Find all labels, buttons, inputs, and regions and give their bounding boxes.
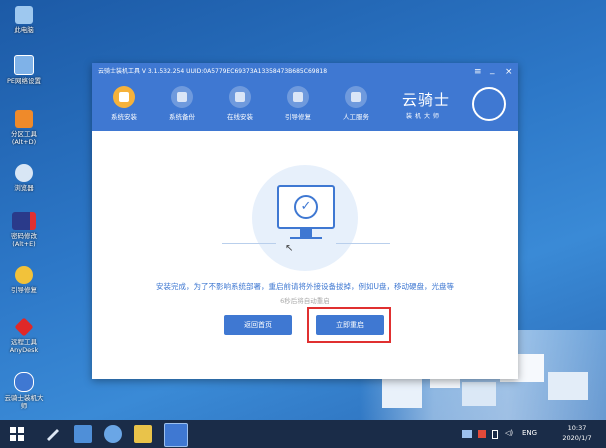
desktop-icon-this-pc[interactable]: 此电脑 (2, 6, 46, 34)
monitor-stand (300, 229, 312, 237)
yunqishi-icon (14, 372, 34, 392)
system-install-icon (113, 86, 135, 108)
support-chat-icon (345, 86, 367, 108)
blurred-region (382, 378, 422, 408)
yunqishi-taskbar-icon[interactable] (164, 423, 188, 447)
desktop-icon-label: 远程工具 AnyDesk (9, 338, 39, 354)
nav-bar: 系统安装 系统备份 在线安装 引导修复 人工服务 云骑士 装机大师 (92, 81, 518, 131)
boot-repair-icon (287, 86, 309, 108)
desktop-icon-yunqishi[interactable]: 云骑士装机大 师 (2, 372, 46, 410)
checkmark-icon: ✓ (294, 195, 318, 219)
tab-online-install[interactable]: 在线安装 (218, 81, 262, 121)
desktop-icon-browser[interactable]: 浏览器 (2, 164, 46, 192)
completion-message: 安装完成，为了不影响系统部署，重启前请将外接设备拔掉，例如U盘，移动硬盘，光盘等 (156, 282, 454, 291)
key-icon (12, 212, 36, 230)
desktop-icon-label: 分区工具 (Alt+D) (11, 130, 37, 146)
pencil-tool-icon[interactable] (44, 425, 62, 443)
divider-line (336, 243, 390, 244)
brand-logo: 云骑士 装机大师 (402, 89, 450, 120)
blurred-region (462, 382, 496, 406)
desktop-icon-label: 此电脑 (14, 26, 34, 34)
clock-date: 2020/1/7 (562, 434, 592, 442)
usb-tray-icon[interactable] (492, 430, 498, 439)
browser-icon (15, 164, 33, 182)
blurred-region (548, 372, 588, 400)
network-taskbar-icon[interactable] (104, 425, 122, 443)
tab-system-install[interactable]: 系统安装 (102, 81, 146, 121)
desktop-icon-label: 密码修改 (Alt+E) (11, 232, 37, 248)
network-icon (14, 55, 34, 75)
tab-system-backup[interactable]: 系统备份 (160, 81, 204, 121)
language-indicator[interactable]: ENG (522, 429, 537, 437)
desktop-icon-label: 引导修复 (11, 286, 37, 294)
desktop-icon-label: 云骑士装机大 师 (4, 394, 44, 410)
tab-label: 人工服务 (343, 113, 369, 121)
installer-window: 云骑士装机工具 V 3.1.532.254 UUID:0A5779EC69373… (92, 63, 518, 379)
restart-countdown: 6秒后将自动重启 (280, 297, 330, 305)
tab-label: 在线安装 (227, 113, 253, 121)
title-bar[interactable]: 云骑士装机工具 V 3.1.532.254 UUID:0A5779EC69373… (92, 63, 518, 81)
brand-name: 云骑士 (402, 91, 451, 109)
app-tray-icon[interactable] (478, 430, 486, 438)
window-title: 云骑士装机工具 V 3.1.532.254 UUID:0A5779EC69373… (98, 68, 328, 75)
divider-line (222, 243, 276, 244)
tab-label: 引导修复 (285, 113, 311, 121)
desktop-icon-boot-repair[interactable]: 引导修复 (2, 266, 46, 294)
boot-repair-icon (15, 266, 33, 284)
desktop-icon-partition-tool[interactable]: 分区工具 (Alt+D) (2, 110, 46, 146)
main-content: ✓ ↖ 安装完成，为了不影响系统部署，重启前请将外接设备拔掉，例如U盘，移动硬盘… (92, 131, 518, 379)
online-install-icon (229, 86, 251, 108)
taskbar: ◁) ENG 10:37 2020/1/7 (0, 420, 606, 448)
partition-icon (15, 110, 33, 128)
desktop-icon-pe-network[interactable]: PE网络设置 (2, 55, 46, 85)
desktop-icon-label: 浏览器 (14, 184, 34, 192)
clock-time: 10:37 (567, 424, 587, 432)
start-button[interactable] (8, 425, 26, 443)
system-backup-icon (171, 86, 193, 108)
clock[interactable]: 10:37 2020/1/7 (552, 423, 602, 443)
computer-taskbar-icon[interactable] (74, 425, 92, 443)
tab-support[interactable]: 人工服务 (334, 81, 378, 121)
network-tray-icon[interactable] (462, 430, 472, 438)
desktop-icon-password-change[interactable]: 密码修改 (Alt+E) (2, 212, 46, 248)
desktop-icon-anydesk[interactable]: 远程工具 AnyDesk (2, 317, 46, 354)
folder-icon[interactable] (134, 425, 152, 443)
brand-subtitle: 装机大师 (406, 113, 443, 120)
tab-label: 系统安装 (111, 113, 137, 121)
tab-boot-repair[interactable]: 引导修复 (276, 81, 320, 121)
volume-icon[interactable]: ◁) (505, 429, 513, 437)
anydesk-icon (14, 317, 34, 337)
monitor-base (290, 237, 322, 239)
computer-icon (15, 6, 33, 24)
close-button[interactable]: × (505, 63, 513, 81)
minimize-button[interactable]: _ (490, 61, 495, 79)
back-home-button[interactable]: 返回首页 (224, 315, 292, 335)
knight-logo-icon (472, 87, 506, 121)
tab-label: 系统备份 (169, 113, 195, 121)
desktop-icon-label: PE网络设置 (6, 77, 42, 85)
highlight-box (307, 307, 391, 343)
mouse-cursor-icon: ↖ (285, 243, 294, 254)
menu-icon[interactable]: ≡ (474, 63, 482, 81)
desktop: 此电脑 PE网络设置 分区工具 (Alt+D) 浏览器 密码修改 (Alt+E)… (0, 0, 606, 420)
